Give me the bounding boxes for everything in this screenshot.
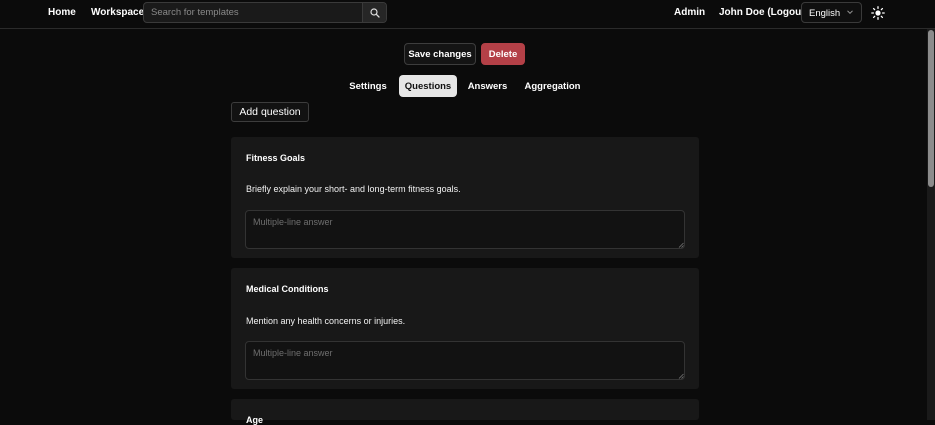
question-card: Fitness Goals Briefly explain your short… xyxy=(231,137,699,258)
question-card: Medical Conditions Mention any health co… xyxy=(231,268,699,389)
language-select[interactable]: English xyxy=(801,2,862,23)
resize-grip-icon[interactable] xyxy=(678,373,684,379)
nav-home-link[interactable]: Home xyxy=(48,7,76,18)
add-question-button[interactable]: Add question xyxy=(231,102,309,122)
search-bar xyxy=(143,2,387,23)
answer-textarea[interactable] xyxy=(245,210,685,249)
top-navbar: Home Workspace Admin John Doe (Logout) E… xyxy=(0,0,935,29)
nav-admin-link[interactable]: Admin xyxy=(674,7,705,18)
question-title: Fitness Goals xyxy=(246,153,306,163)
answer-textarea[interactable] xyxy=(245,341,685,380)
search-button[interactable] xyxy=(362,3,386,22)
scrollbar-thumb[interactable] xyxy=(928,30,934,187)
chevron-down-icon xyxy=(847,10,853,15)
tab-answers[interactable]: Answers xyxy=(463,75,512,97)
tab-questions[interactable]: Questions xyxy=(399,75,457,97)
tab-aggregation[interactable]: Aggregation xyxy=(518,75,587,97)
delete-button[interactable]: Delete xyxy=(481,43,525,65)
question-title: Medical Conditions xyxy=(246,284,329,294)
language-select-value: English xyxy=(809,8,841,19)
resize-grip-icon[interactable] xyxy=(678,242,684,248)
search-icon xyxy=(369,7,380,18)
tab-settings[interactable]: Settings xyxy=(343,75,393,97)
question-title: Age xyxy=(246,415,264,425)
save-changes-button[interactable]: Save changes xyxy=(404,43,476,65)
nav-workspace-link[interactable]: Workspace xyxy=(91,7,144,18)
question-card: Age xyxy=(231,399,699,425)
nav-user-logout-link[interactable]: John Doe (Logout) xyxy=(719,7,808,18)
question-description: Mention any health concerns or injuries. xyxy=(246,316,406,326)
search-input[interactable] xyxy=(144,3,362,22)
sun-icon[interactable] xyxy=(871,6,885,20)
question-description: Briefly explain your short- and long-ter… xyxy=(246,184,461,194)
